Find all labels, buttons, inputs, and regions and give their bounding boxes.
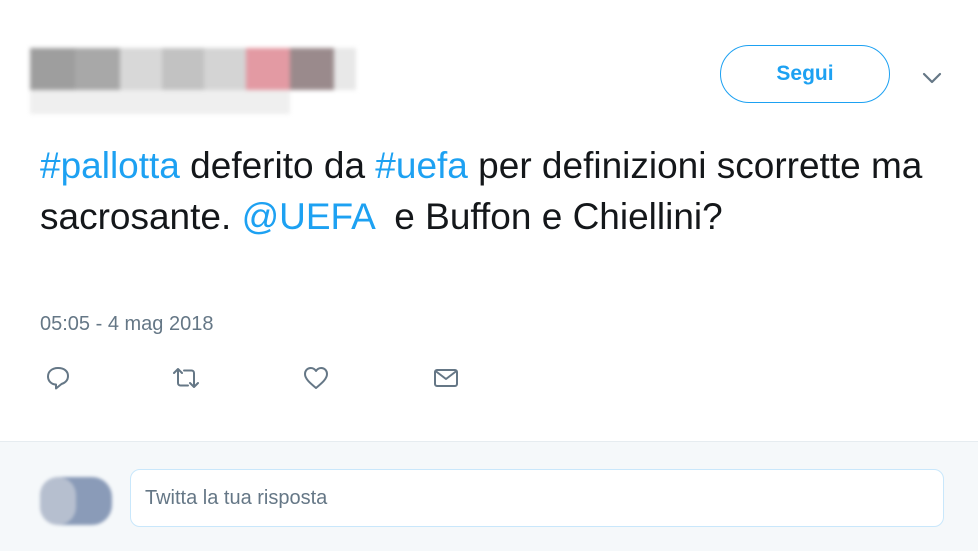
blurred-user-name: [30, 38, 360, 118]
reply-input[interactable]: [130, 469, 944, 527]
reply-icon[interactable]: [40, 360, 76, 396]
hashtag-link[interactable]: #pallotta: [40, 145, 180, 186]
reply-composer: [0, 441, 978, 551]
tweet-timestamp[interactable]: 05:05 - 4 mag 2018: [40, 313, 213, 336]
retweet-icon[interactable]: [168, 360, 204, 396]
hashtag-link[interactable]: #uefa: [375, 145, 468, 186]
tweet-text-segment: e Buffon e Chiellini?: [373, 196, 723, 237]
like-icon[interactable]: [298, 360, 334, 396]
tweet-card: Segui #pallotta deferito da #uefa per de…: [0, 0, 978, 440]
follow-button[interactable]: Segui: [720, 45, 890, 103]
direct-message-icon[interactable]: [428, 360, 464, 396]
avatar: [40, 477, 112, 525]
chevron-down-icon[interactable]: [918, 64, 946, 92]
tweet-actions: [0, 360, 978, 400]
tweet-text-segment: deferito da: [179, 145, 376, 186]
tweet-text: #pallotta deferito da #uefa per definizi…: [40, 140, 940, 242]
mention-link[interactable]: @UEFA: [242, 196, 374, 237]
